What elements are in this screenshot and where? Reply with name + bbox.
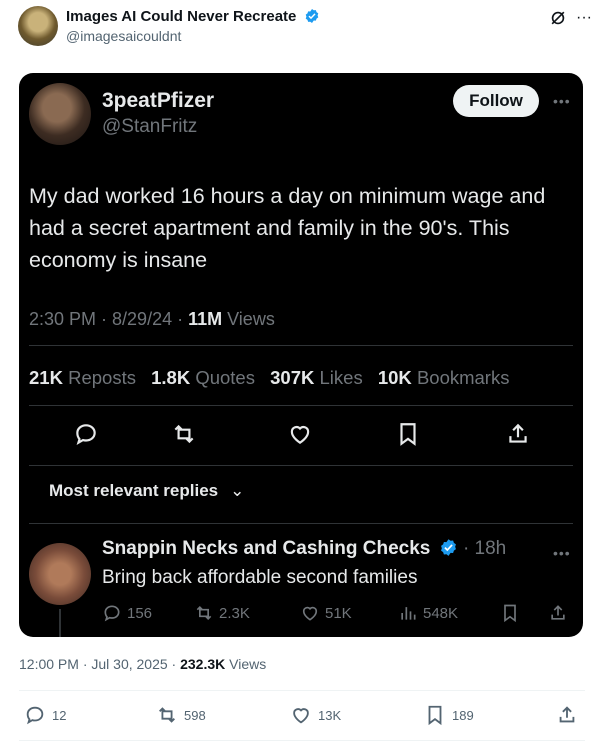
post-timestamp: 12:00 PM · Jul 30, 2025 · 232.3K Views bbox=[19, 656, 266, 672]
post-bookmark-button[interactable]: 189 bbox=[424, 704, 474, 726]
reply-replies-count: 156 bbox=[127, 604, 153, 622]
bookmark-icon bbox=[504, 604, 516, 623]
views-chart-icon bbox=[401, 607, 416, 620]
reply-author: Snappin Necks and Cashing Checks · 18h bbox=[102, 538, 506, 560]
header-actions: ··· bbox=[548, 8, 592, 28]
bookmarks-label[interactable]: Bookmarks bbox=[417, 367, 510, 388]
post-replies-count: 12 bbox=[52, 707, 67, 723]
divider bbox=[29, 345, 573, 346]
bookmark-icon bbox=[400, 423, 416, 446]
share-icon bbox=[559, 706, 575, 723]
reply-sort-dropdown[interactable]: Most relevant replies ⌄ bbox=[49, 481, 244, 501]
author-handle[interactable]: @imagesaicouldnt bbox=[66, 28, 181, 44]
post-reposts-count: 598 bbox=[184, 707, 206, 723]
chevron-down-icon: ⌄ bbox=[230, 481, 245, 500]
post-likes-count: 13K bbox=[318, 707, 342, 723]
like-button[interactable] bbox=[287, 421, 315, 449]
tweet-meta: 2:30 PM · 8/29/24 · 11M Views bbox=[29, 309, 275, 330]
post-views-count: 232.3K bbox=[180, 656, 226, 672]
share-icon bbox=[551, 605, 565, 620]
reply-icon bbox=[76, 424, 96, 445]
post-reply-button[interactable]: 12 bbox=[24, 704, 66, 726]
post-actions: 12 598 13K 189 bbox=[0, 704, 606, 730]
embedded-post-card[interactable]: 3peatPfizer @StanFritz Follow ••• My dad… bbox=[19, 73, 583, 637]
embedded-author-name[interactable]: 3peatPfizer bbox=[102, 89, 214, 113]
post-time-text[interactable]: 12:00 PM · Jul 30, 2025 · bbox=[19, 656, 180, 672]
reply-views-count: 548K bbox=[423, 604, 459, 622]
reply-views-button[interactable]: 548K bbox=[398, 603, 458, 623]
tweet-stats: 21K Reposts 1.8K Quotes 307K Likes 10K B… bbox=[29, 367, 509, 389]
reply-button[interactable] bbox=[73, 421, 101, 449]
reply-timestamp[interactable]: · 18h bbox=[463, 538, 506, 559]
embedded-author-handle[interactable]: @StanFritz bbox=[102, 116, 197, 138]
repost-icon bbox=[196, 605, 212, 621]
post-views-label: Views bbox=[225, 656, 267, 672]
tweet-timestamp[interactable]: 2:30 PM · 8/29/24 · bbox=[29, 309, 188, 329]
likes-label[interactable]: Likes bbox=[320, 367, 363, 388]
repost-icon bbox=[174, 424, 194, 444]
bookmark-icon bbox=[428, 705, 442, 726]
avatar[interactable] bbox=[18, 6, 58, 46]
verified-badge-icon bbox=[305, 9, 318, 23]
author-name[interactable]: Images AI Could Never Recreate bbox=[66, 8, 320, 25]
more-options-icon[interactable]: ••• bbox=[553, 545, 571, 561]
post-bookmarks-count: 189 bbox=[452, 707, 474, 723]
embedded-avatar[interactable] bbox=[29, 83, 91, 145]
likes-count[interactable]: 307K bbox=[270, 367, 314, 388]
reply-text: Bring back affordable second families bbox=[102, 567, 418, 588]
reply-likes-count: 51K bbox=[325, 604, 352, 622]
divider bbox=[29, 465, 573, 466]
reply-actions: 156 2.3K 51K 548K bbox=[102, 603, 572, 625]
share-icon bbox=[509, 423, 527, 443]
reply-author-name[interactable]: Snappin Necks and Cashing Checks bbox=[102, 538, 430, 559]
repost-icon bbox=[159, 707, 175, 723]
divider bbox=[19, 740, 585, 741]
bookmarks-count[interactable]: 10K bbox=[378, 367, 412, 388]
reposts-count[interactable]: 21K bbox=[29, 367, 63, 388]
reply-icon bbox=[104, 605, 120, 622]
divider bbox=[29, 523, 573, 524]
divider bbox=[19, 690, 585, 691]
heart-icon bbox=[293, 708, 309, 724]
follow-button[interactable]: Follow bbox=[453, 85, 539, 117]
reply-sort-label: Most relevant replies bbox=[49, 481, 219, 500]
views-label: Views bbox=[222, 309, 275, 329]
views-count: 11M bbox=[188, 309, 223, 329]
quotes-count[interactable]: 1.8K bbox=[151, 367, 190, 388]
grok-icon[interactable] bbox=[548, 8, 568, 28]
repost-button[interactable] bbox=[171, 421, 199, 449]
reply-like-button[interactable]: 51K bbox=[300, 603, 352, 623]
reply-share-button[interactable] bbox=[548, 603, 568, 623]
reply-reply-button[interactable]: 156 bbox=[102, 603, 152, 623]
share-button[interactable] bbox=[505, 421, 533, 449]
verified-badge-icon bbox=[440, 539, 456, 556]
reposts-label[interactable]: Reposts bbox=[68, 367, 136, 388]
reply-avatar[interactable] bbox=[29, 543, 91, 605]
bookmark-button[interactable] bbox=[395, 421, 423, 449]
tweet-actions bbox=[19, 421, 583, 451]
thread-line bbox=[59, 609, 61, 637]
heart-icon bbox=[290, 425, 310, 444]
post-like-button[interactable]: 13K bbox=[290, 704, 341, 726]
quotes-label[interactable]: Quotes bbox=[195, 367, 255, 388]
post-share-button[interactable] bbox=[556, 704, 578, 726]
reply-reposts-count: 2.3K bbox=[219, 604, 250, 622]
author-name-text: Images AI Could Never Recreate bbox=[66, 8, 297, 25]
divider bbox=[29, 405, 573, 406]
more-options-icon[interactable]: ••• bbox=[553, 93, 571, 109]
more-options-icon[interactable]: ··· bbox=[576, 9, 592, 27]
reply-repost-button[interactable]: 2.3K bbox=[194, 603, 250, 623]
outer-post-header: Images AI Could Never Recreate @imagesai… bbox=[18, 6, 598, 50]
reply-bookmark-button[interactable] bbox=[500, 603, 520, 623]
heart-icon bbox=[302, 606, 318, 621]
reply-icon bbox=[26, 706, 44, 725]
tweet-text: My dad worked 16 hours a day on minimum … bbox=[29, 184, 546, 272]
post-repost-button[interactable]: 598 bbox=[156, 704, 206, 726]
